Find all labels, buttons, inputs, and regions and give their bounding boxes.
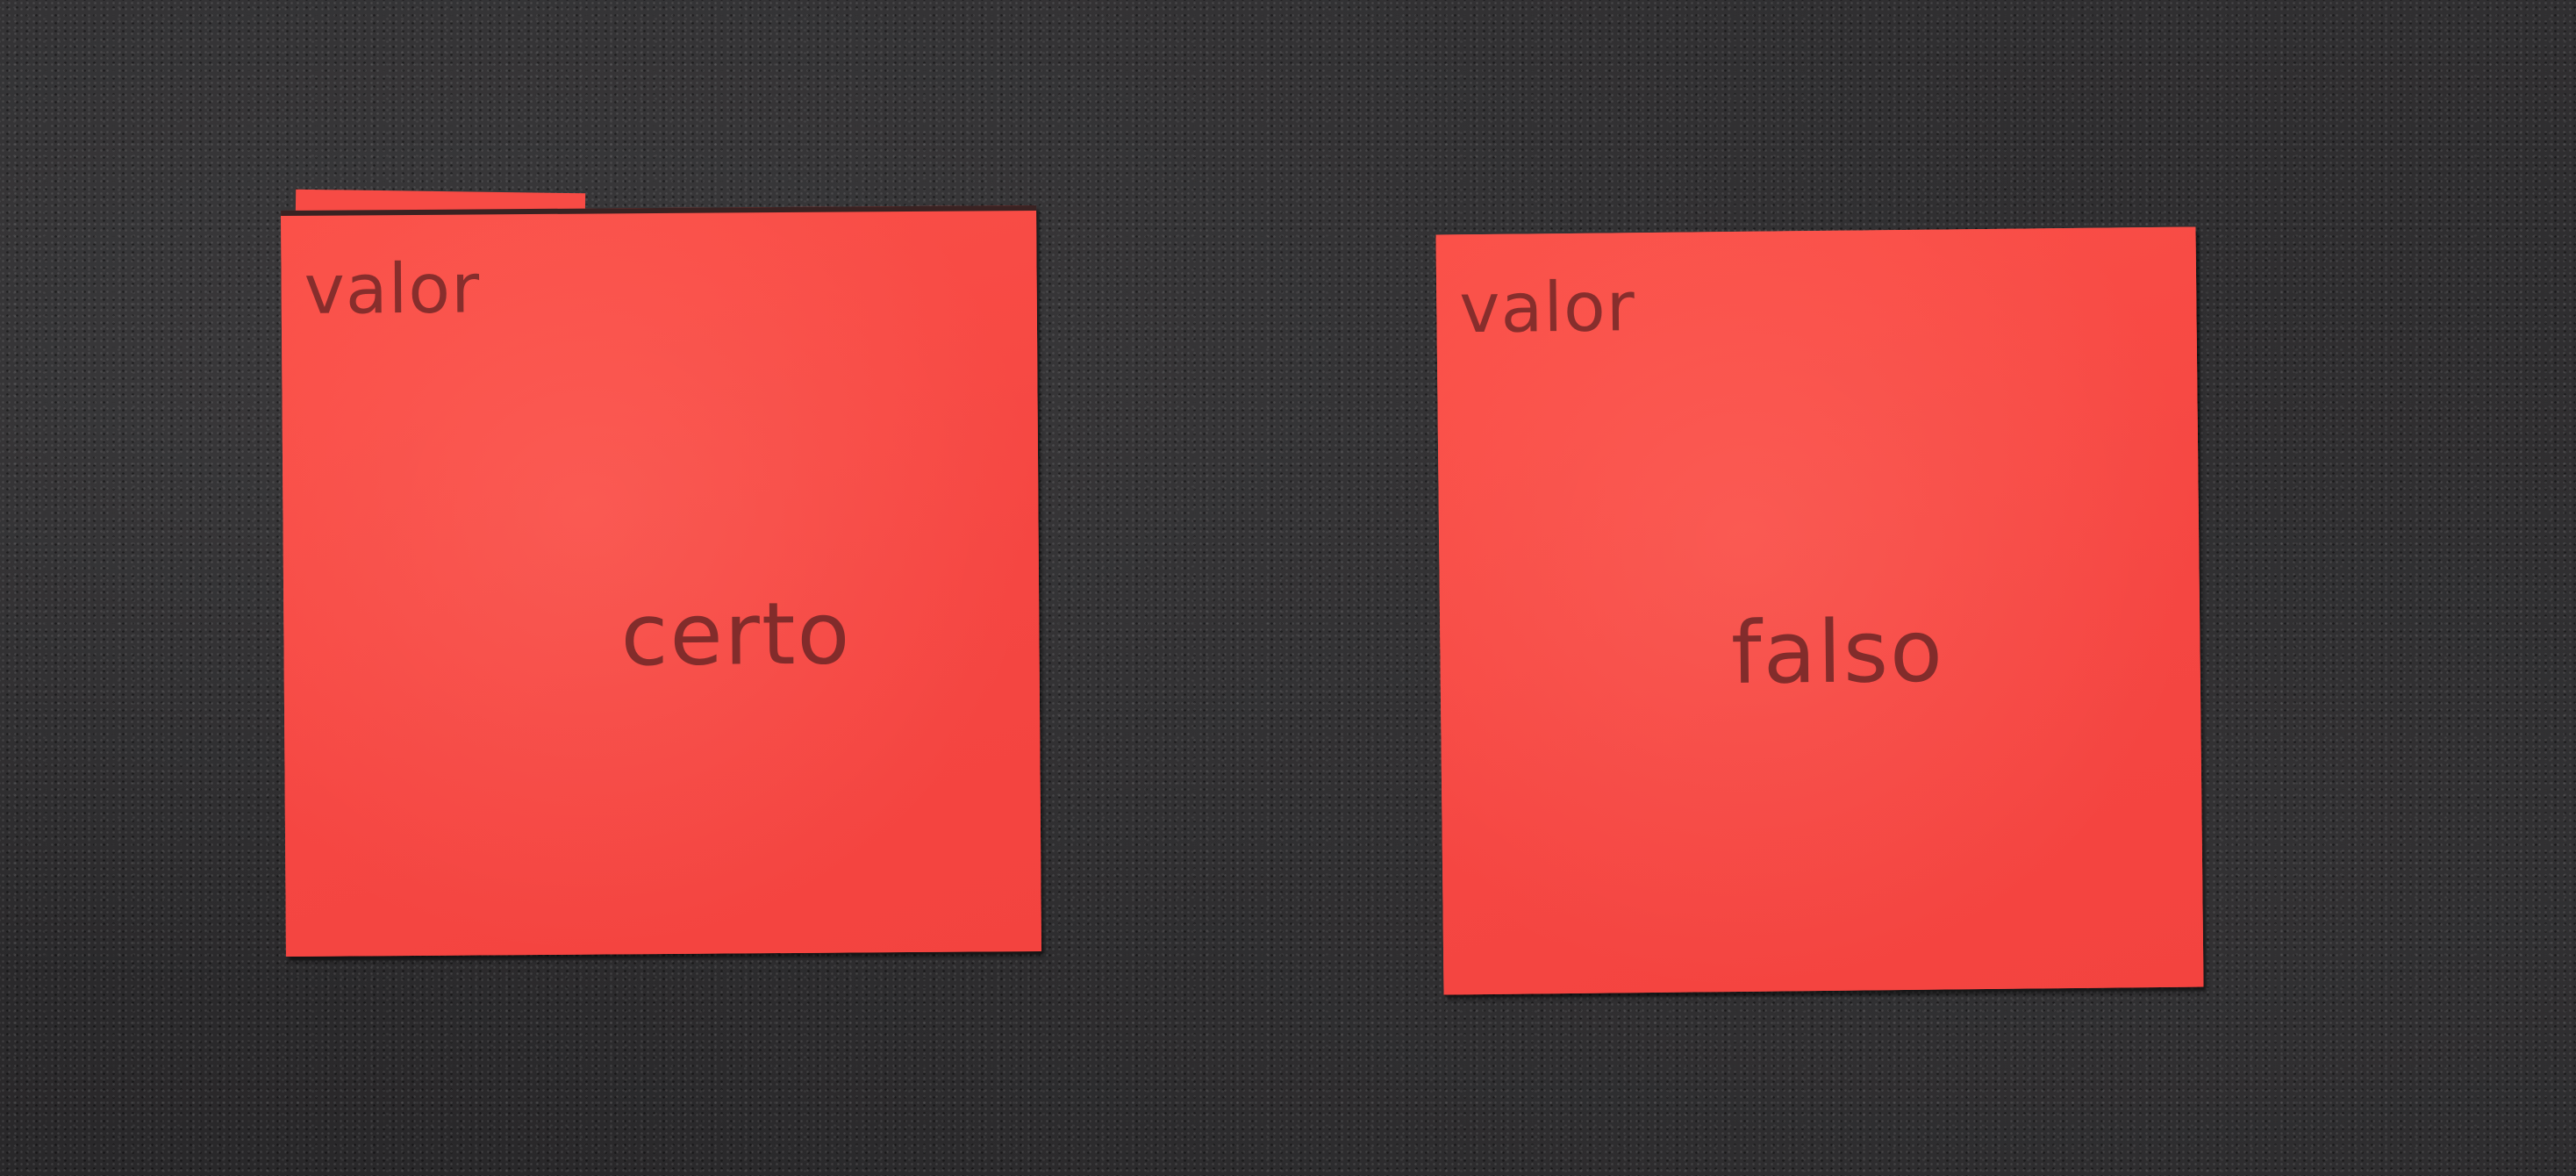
card-falso: valor falso [1435,226,2204,995]
dark-textured-surface: valor certo valor falso [0,0,2576,1176]
card-value: certo [620,584,852,686]
card-value: falso [1730,601,1945,705]
card-certo: valor certo [281,205,1041,957]
card-label: valor [1458,268,1636,349]
card-label: valor [304,249,481,330]
